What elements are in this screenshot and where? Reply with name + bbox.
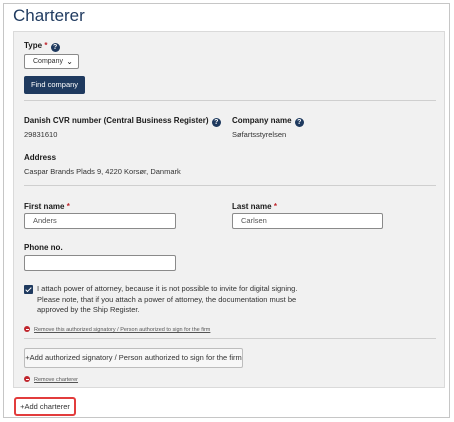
type-select[interactable]: Company ⌄ (24, 54, 79, 69)
remove-charterer-text: Remove charterer (34, 377, 79, 383)
add-charterer-button[interactable]: +Add charterer (14, 397, 76, 416)
cvr-label: Danish CVR number (Central Business Regi… (24, 116, 221, 127)
remove-icon (24, 376, 30, 382)
first-name-label: First name * (24, 202, 70, 211)
attach-poa-checkbox[interactable] (24, 285, 33, 294)
first-name-label-text: First name (24, 202, 65, 211)
chevron-down-icon: ⌄ (66, 57, 73, 66)
charterer-section: Charterer Type * ? Company ⌄ Find compan… (3, 3, 450, 418)
divider (24, 338, 436, 339)
address-label: Address (24, 153, 57, 162)
section-title: Charterer (13, 6, 85, 25)
type-required-mark: * (44, 41, 48, 50)
type-select-value: Company (33, 58, 63, 65)
divider (24, 185, 436, 186)
last-name-label-text: Last name (232, 202, 272, 211)
remove-signatory-link[interactable]: Remove this authorized signatory / Perso… (24, 326, 210, 333)
type-label: Type * ? (24, 41, 60, 52)
first-name-required-mark: * (66, 202, 70, 211)
charterer-panel: Type * ? Company ⌄ Find company Danish C… (13, 31, 445, 388)
last-name-input[interactable]: Carlsen (232, 213, 383, 229)
remove-charterer-link[interactable]: Remove charterer (24, 376, 78, 383)
company-name-value: Søfartsstyrelsen (232, 130, 287, 139)
last-name-required-mark: * (273, 202, 277, 211)
find-company-button[interactable]: Find company (24, 76, 85, 94)
remove-icon (24, 326, 30, 332)
add-signatory-button[interactable]: +Add authorized signatory / Person autho… (24, 348, 243, 368)
company-help-icon[interactable]: ? (294, 118, 304, 127)
divider (24, 100, 436, 101)
cvr-label-text: Danish CVR number (Central Business Regi… (24, 116, 209, 125)
company-name-label-text: Company name (232, 116, 292, 125)
company-name-label: Company name ? (232, 116, 304, 127)
address-value: Caspar Brands Plads 9, 4220 Korsør, Danm… (24, 167, 181, 176)
last-name-label: Last name * (232, 202, 277, 211)
cvr-help-icon[interactable]: ? (211, 118, 221, 127)
cvr-value: 29831610 (24, 130, 58, 139)
attach-poa-text: I attach power of attorney, because it i… (37, 284, 298, 314)
phone-label: Phone no. (24, 243, 63, 252)
type-label-text: Type (24, 41, 43, 50)
remove-signatory-text: Remove this authorized signatory / Perso… (34, 327, 211, 333)
phone-input[interactable] (24, 255, 176, 271)
type-help-icon[interactable]: ? (50, 43, 60, 52)
first-name-input[interactable]: Anders (24, 213, 176, 229)
